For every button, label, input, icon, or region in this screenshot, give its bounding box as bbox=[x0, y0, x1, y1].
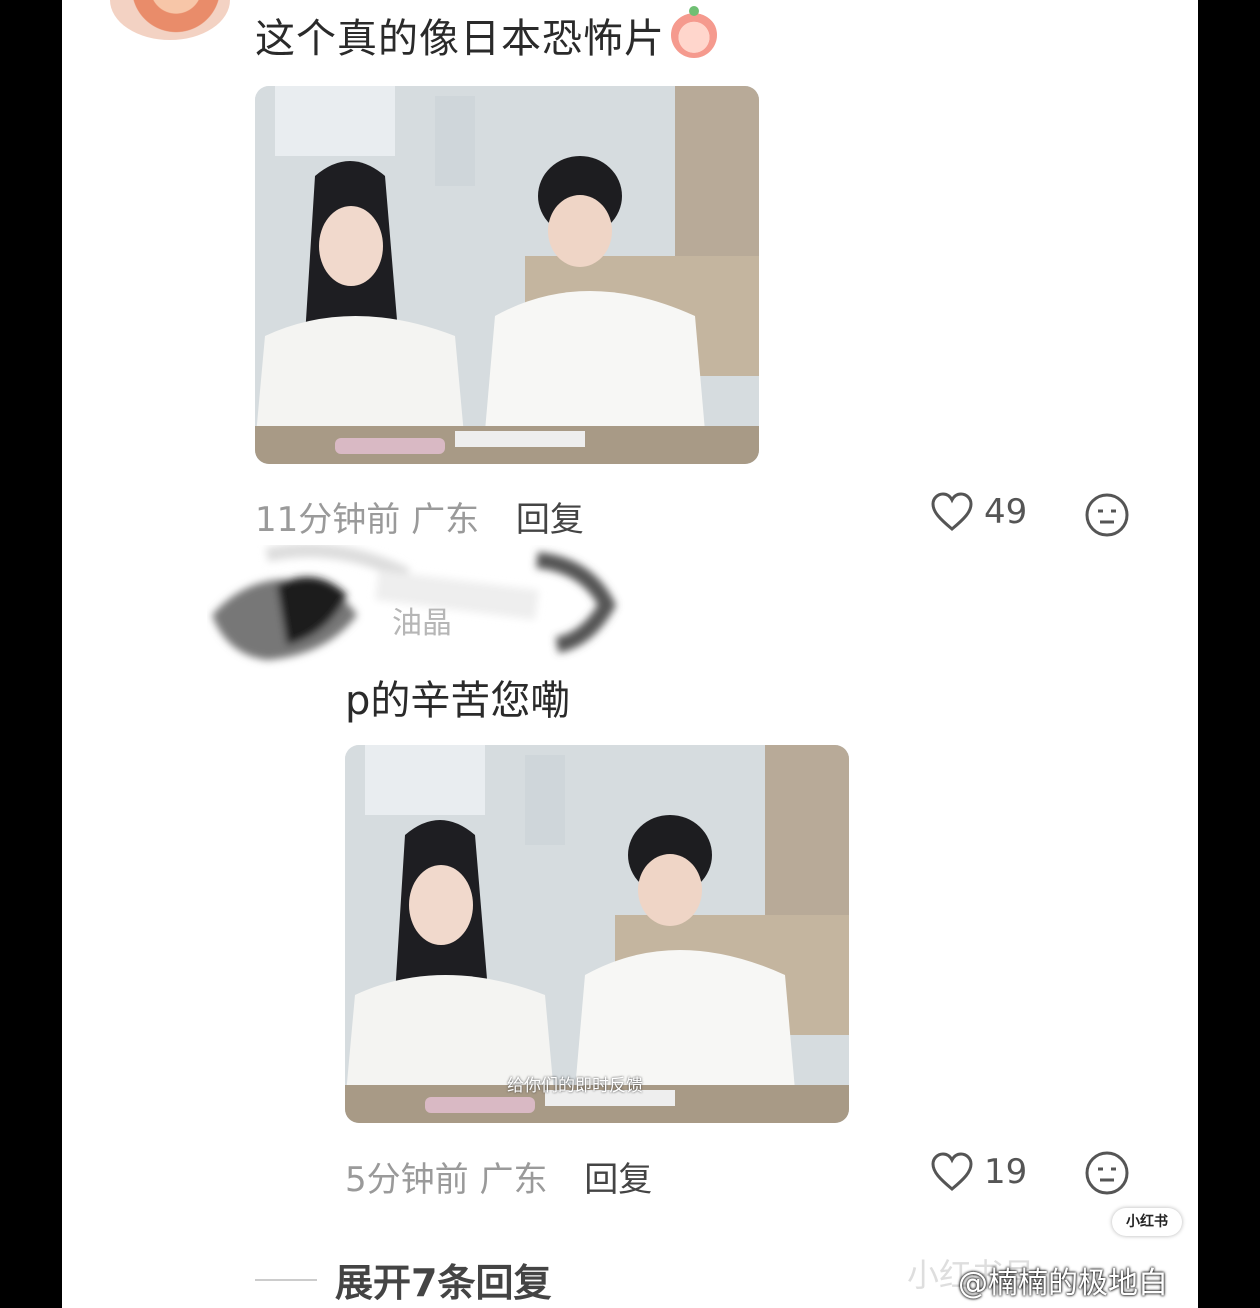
dislike-face-icon[interactable] bbox=[1084, 1150, 1130, 1196]
comment-time: 11分钟前 bbox=[255, 500, 401, 540]
app-badge: 小红书 bbox=[1112, 1208, 1182, 1236]
crying-face-emoji-icon bbox=[671, 6, 717, 58]
divider-line bbox=[255, 1278, 317, 1281]
like-button[interactable]: 49 bbox=[930, 492, 1027, 532]
reply-image[interactable]: 给你们的即时反馈 bbox=[345, 745, 849, 1123]
heart-icon bbox=[931, 492, 973, 531]
comment-panel: 这个真的像日本恐怖片 11分钟前 广东 回复 49 油晶 p的辛苦您嘞 给你们的… bbox=[62, 0, 1198, 1308]
expand-replies-label: 展开7条回复 bbox=[335, 1261, 552, 1305]
comment-text: 这个真的像日本恐怖片 bbox=[255, 6, 717, 64]
reply-time: 5分钟前 bbox=[345, 1160, 469, 1200]
like-button[interactable]: 19 bbox=[930, 1152, 1027, 1192]
reply-text: p的辛苦您嘞 bbox=[345, 678, 571, 724]
heart-icon bbox=[931, 1152, 973, 1191]
reply-meta: 5分钟前 广东 回复 bbox=[345, 1152, 652, 1201]
expand-replies-button[interactable]: 展开7条回复 bbox=[255, 1252, 551, 1307]
commenter-avatar[interactable] bbox=[110, 0, 230, 40]
classroom-photo-icon bbox=[345, 745, 849, 1123]
comment-location: 广东 bbox=[411, 500, 480, 540]
dislike-face-icon[interactable] bbox=[1084, 492, 1130, 538]
like-count: 19 bbox=[984, 1152, 1028, 1192]
comment-image[interactable] bbox=[255, 86, 759, 464]
weibo-watermark: @楠楠的极地白 bbox=[958, 1266, 1168, 1301]
reply-button[interactable]: 回复 bbox=[584, 1160, 652, 1200]
video-caption: 给你们的即时反馈 bbox=[507, 1076, 643, 1096]
reply-button[interactable]: 回复 bbox=[516, 500, 584, 540]
classroom-photo-icon bbox=[255, 86, 759, 464]
reply-location: 广东 bbox=[479, 1160, 548, 1200]
comment-meta: 11分钟前 广东 回复 bbox=[255, 492, 584, 541]
like-count: 49 bbox=[984, 492, 1028, 532]
reply-author-name[interactable]: 油晶 bbox=[392, 598, 452, 642]
